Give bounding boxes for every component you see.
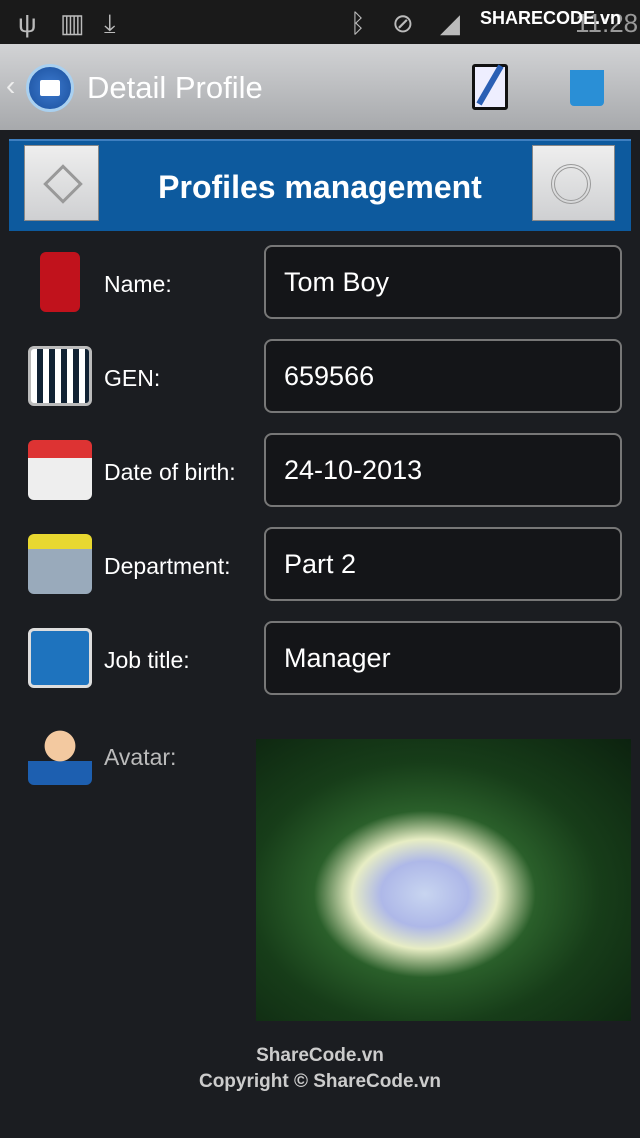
field-label: Name: [104,271,172,297]
page-title: Detail Profile [87,70,263,105]
usb-icon: ψ [18,8,37,38]
dropdown-button[interactable] [532,145,615,221]
status-bar: ψ ▥ ⤓ ᛒ ⊘ ◢ 11:28 SHARECODE.vn [0,0,640,44]
user-icon [28,725,92,785]
chevron-down-icon [551,164,591,204]
field-row-job-title: Job title: Manager [0,621,640,695]
trash-icon[interactable] [570,70,604,106]
action-bar: ‹ Detail Profile [0,44,640,130]
field-label: Department: [104,553,231,579]
bluetooth-icon: ᛒ [350,8,366,38]
date-of-birth-field[interactable]: 24-10-2013 [264,433,622,507]
id-card-icon [28,628,92,688]
avatar-image[interactable] [256,739,631,1021]
field-row-gen: GEN: 659566 [0,339,640,413]
signal-icon: ◢ [440,8,460,38]
field-label: Job title: [104,647,190,673]
qr-code-icon [28,346,92,406]
app-icon[interactable] [26,64,74,112]
notepad-edit-icon[interactable] [472,64,508,110]
avatar-label: Avatar: [104,744,177,770]
mute-icon: ⊘ [392,8,414,38]
field-row-name: Name: Tom Boy [0,245,640,319]
field-row-department: Department: Part 2 [0,527,640,601]
name-tag-icon [40,252,80,312]
field-row-dob: Date of birth: 24-10-2013 [0,433,640,507]
workers-icon [28,534,92,594]
banner: Profiles management [9,139,631,231]
name-field[interactable]: Tom Boy [264,245,622,319]
calendar-clock-icon [28,440,92,500]
gen-field[interactable]: 659566 [264,339,622,413]
department-field[interactable]: Part 2 [264,527,622,601]
back-chevron-icon[interactable]: ‹ [6,70,15,102]
download-icon: ⤓ [104,8,116,38]
watermark-logo: SHARECODE.vn [480,8,622,28]
field-label: GEN: [104,365,161,391]
field-label: Date of birth: [104,459,236,485]
footer-site: ShareCode.vn [256,1045,384,1066]
job-title-field[interactable]: Manager [264,621,622,695]
footer-copyright: Copyright © ShareCode.vn [198,1071,442,1092]
sd-card-icon: ▥ [60,8,85,38]
